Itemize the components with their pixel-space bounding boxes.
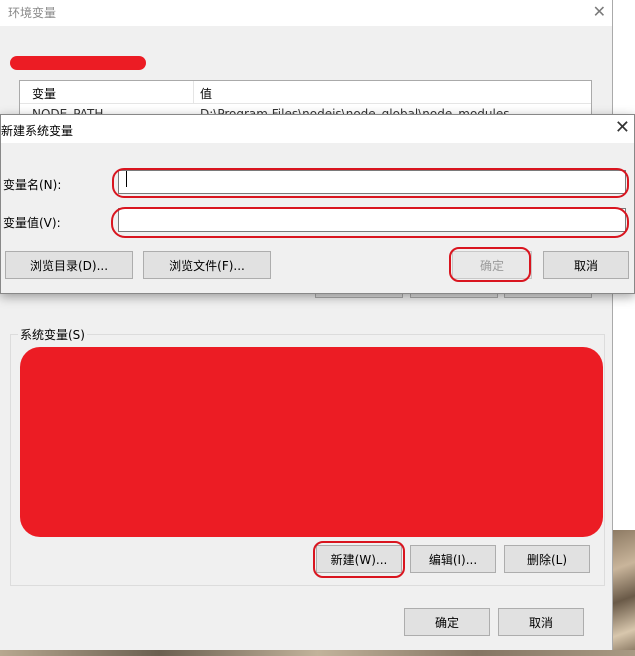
- env-window-title: 环境变量: [8, 6, 57, 20]
- new-dialog-titlebar: 新建系统变量 ✕: [1, 115, 634, 143]
- new-button-annotation: [313, 541, 405, 578]
- column-header-name[interactable]: 变量: [32, 85, 56, 102]
- browse-file-button[interactable]: 浏览文件(F)...: [143, 251, 271, 279]
- ok-button-annotation: [449, 247, 531, 282]
- system-edit-button[interactable]: 编辑(I)...: [410, 545, 496, 573]
- redacted-system-variables-list[interactable]: [20, 347, 603, 537]
- new-system-variable-dialog: 新建系统变量 ✕ 变量名(N): 变量值(V): 浏览目录(D)... 浏览文件…: [0, 114, 635, 294]
- variable-name-label: 变量名(N):: [3, 178, 62, 192]
- redacted-username: [10, 56, 146, 70]
- new-dialog-cancel-button[interactable]: 取消: [543, 251, 629, 279]
- new-dialog-close-icon[interactable]: ✕: [615, 117, 630, 138]
- env-titlebar: 环境变量 ✕: [0, 0, 612, 26]
- browse-directory-button[interactable]: 浏览目录(D)...: [5, 251, 133, 279]
- column-separator: [193, 81, 194, 103]
- environment-variables-window: 环境变量 ✕ 变量 值 NODE_PATH D:\Program Files\n…: [0, 0, 613, 650]
- column-header-value[interactable]: 值: [200, 85, 212, 102]
- name-input-annotation: [112, 168, 629, 198]
- env-cancel-button[interactable]: 取消: [498, 608, 584, 636]
- table-header: 变量 值: [20, 81, 591, 104]
- desktop-background-strip: [0, 650, 635, 656]
- system-variables-label: 系统变量(S): [18, 326, 87, 343]
- new-dialog-title: 新建系统变量: [1, 124, 74, 138]
- env-close-icon[interactable]: ✕: [593, 2, 606, 21]
- variable-value-label: 变量值(V):: [3, 216, 61, 230]
- env-ok-button[interactable]: 确定: [404, 608, 490, 636]
- value-input-annotation: [111, 207, 629, 238]
- desktop-background: [612, 530, 635, 656]
- system-delete-button[interactable]: 删除(L): [504, 545, 590, 573]
